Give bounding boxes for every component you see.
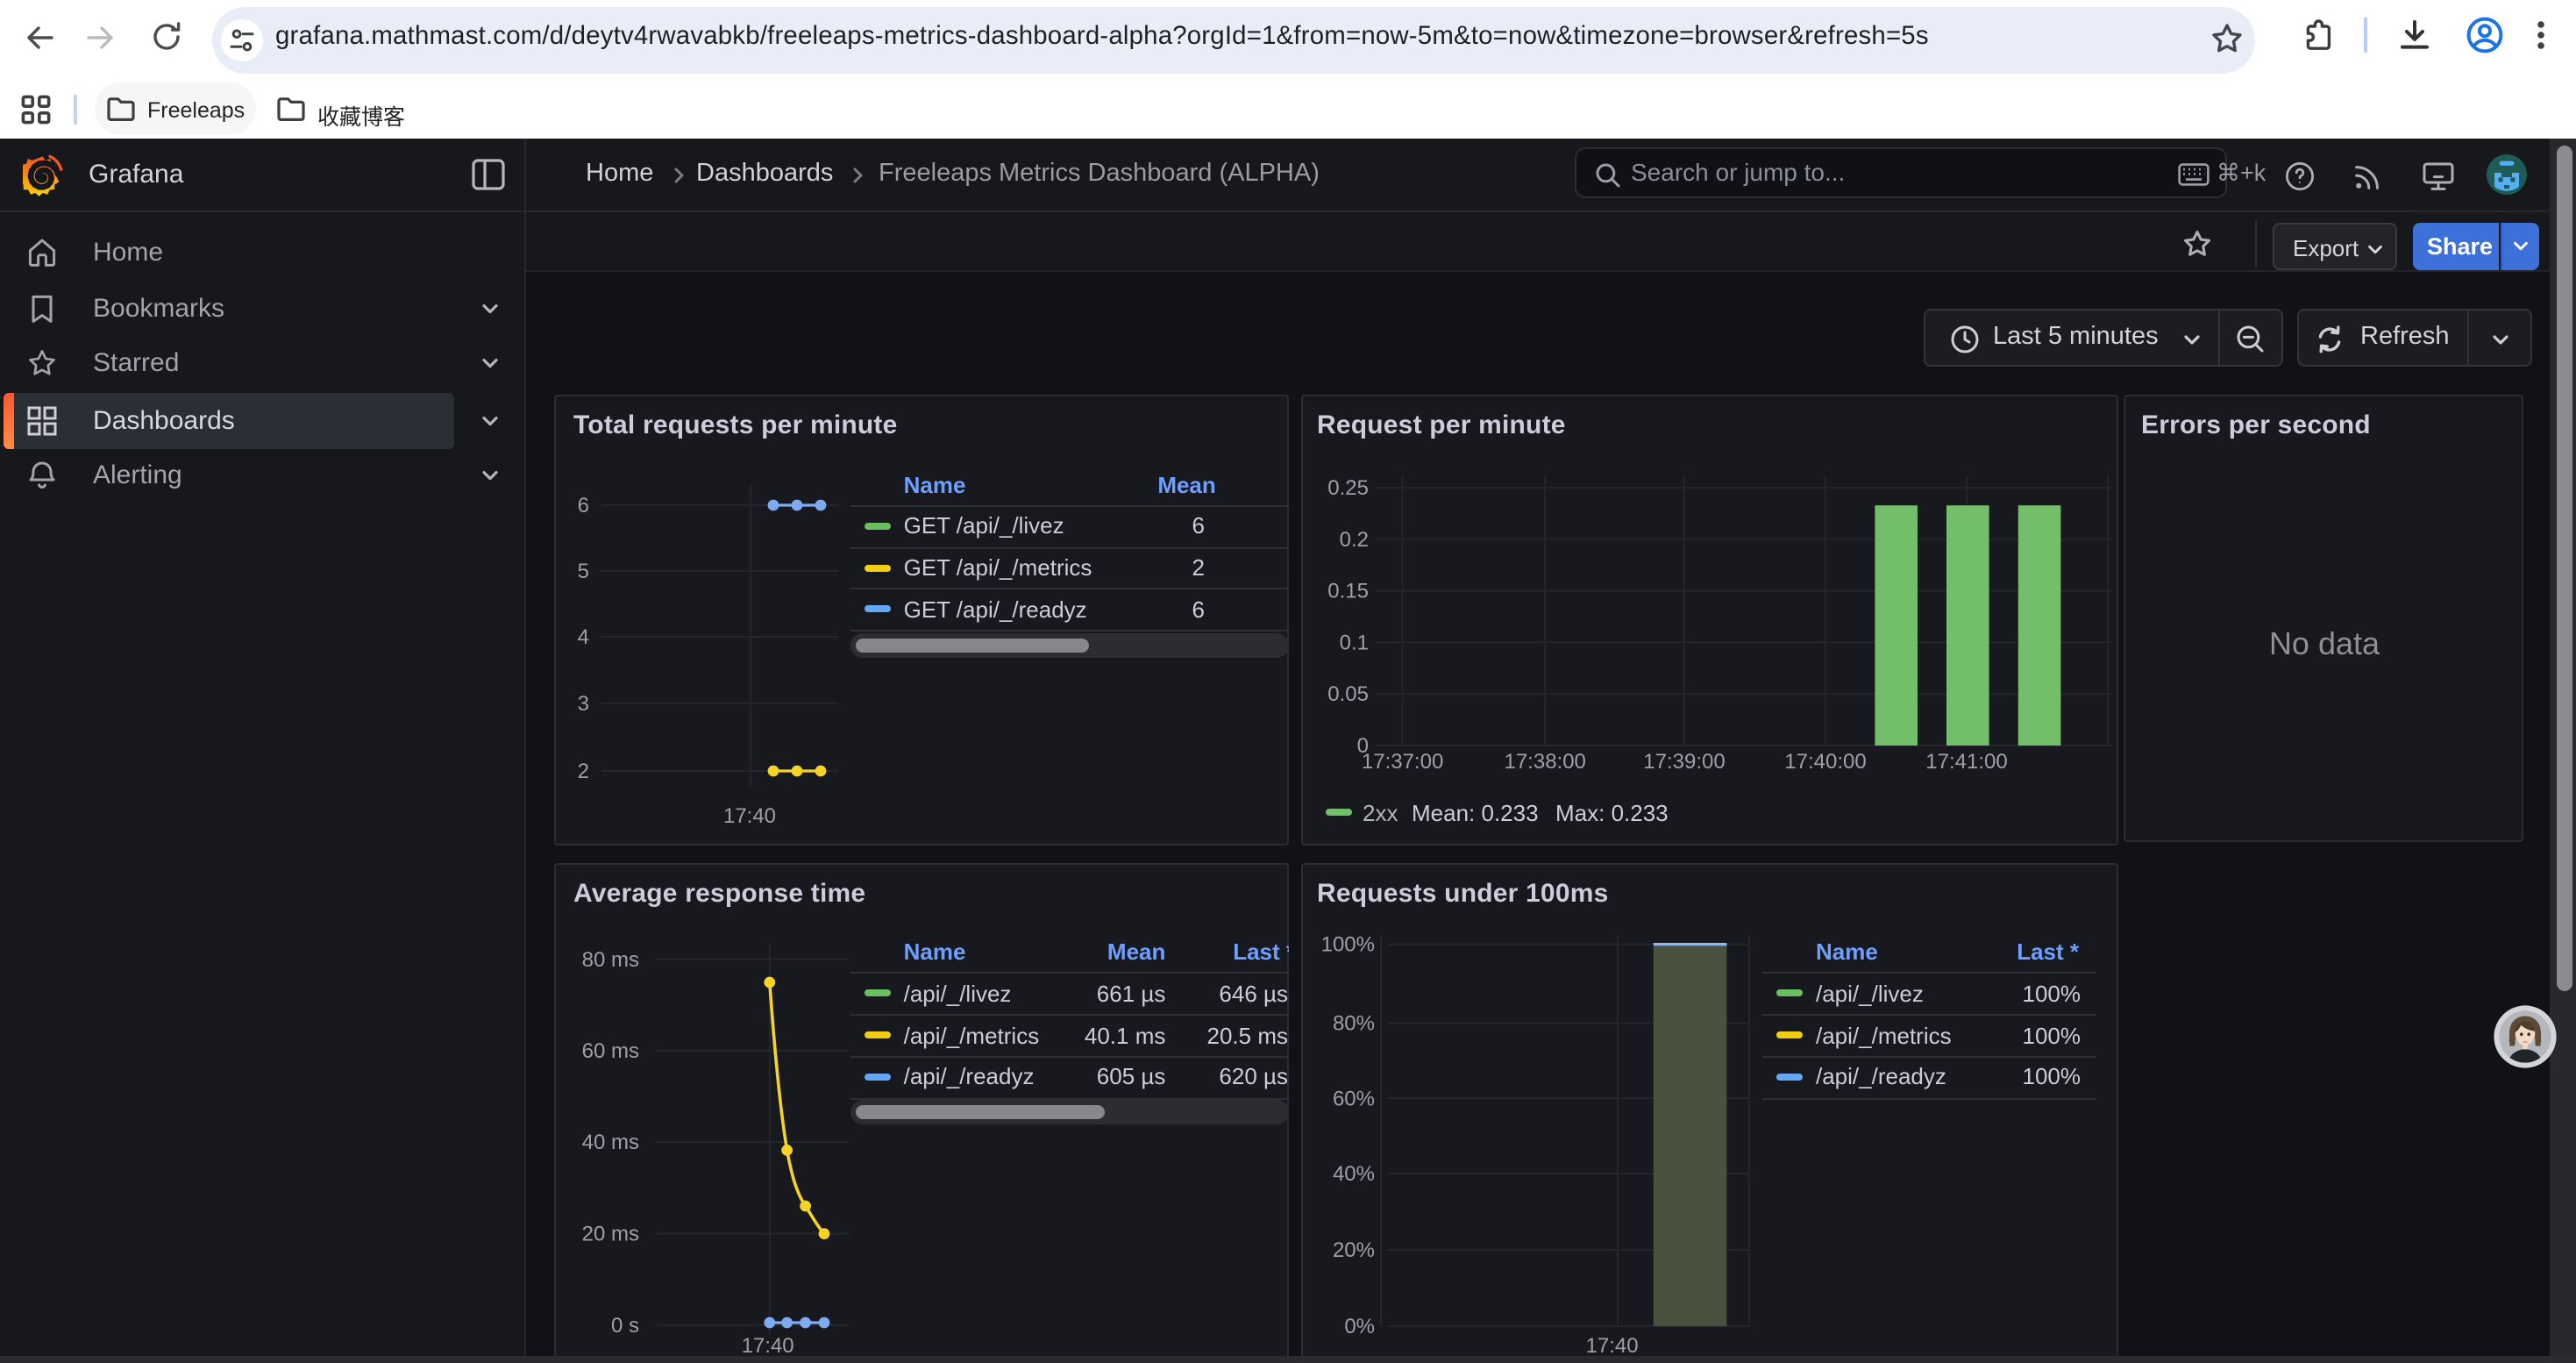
svg-text:17:39:00: 17:39:00 [1642,750,1724,774]
svg-text:20 ms: 20 ms [582,1222,639,1245]
svg-text:20%: 20% [1332,1238,1374,1261]
svg-text:0.2: 0.2 [1339,528,1368,552]
svg-text:17:38:00: 17:38:00 [1503,750,1584,774]
svg-text:60%: 60% [1332,1086,1374,1110]
svg-text:17:40:00: 17:40:00 [1783,750,1865,774]
svg-text:17:40: 17:40 [742,1333,794,1357]
svg-text:0.25: 0.25 [1327,476,1368,500]
svg-text:2: 2 [578,760,589,783]
svg-text:40%: 40% [1332,1161,1374,1185]
svg-text:5: 5 [578,560,589,583]
svg-text:17:37:00: 17:37:00 [1361,750,1442,774]
svg-text:0%: 0% [1343,1314,1374,1338]
svg-text:17:40: 17:40 [723,804,776,828]
svg-text:40 ms: 40 ms [582,1130,639,1153]
svg-text:0 s: 0 s [611,1313,639,1337]
svg-text:60 ms: 60 ms [582,1038,639,1062]
svg-text:17:41:00: 17:41:00 [1925,750,2006,774]
svg-text:3: 3 [578,692,589,716]
svg-text:0.1: 0.1 [1339,631,1368,654]
svg-text:0.05: 0.05 [1327,682,1368,706]
svg-text:100%: 100% [1320,932,1374,956]
svg-text:17:40: 17:40 [1585,1333,1638,1357]
svg-text:6: 6 [578,494,589,517]
svg-text:0.15: 0.15 [1327,580,1368,603]
svg-text:80%: 80% [1332,1011,1374,1035]
svg-text:4: 4 [578,625,589,649]
svg-text:80 ms: 80 ms [582,947,639,971]
